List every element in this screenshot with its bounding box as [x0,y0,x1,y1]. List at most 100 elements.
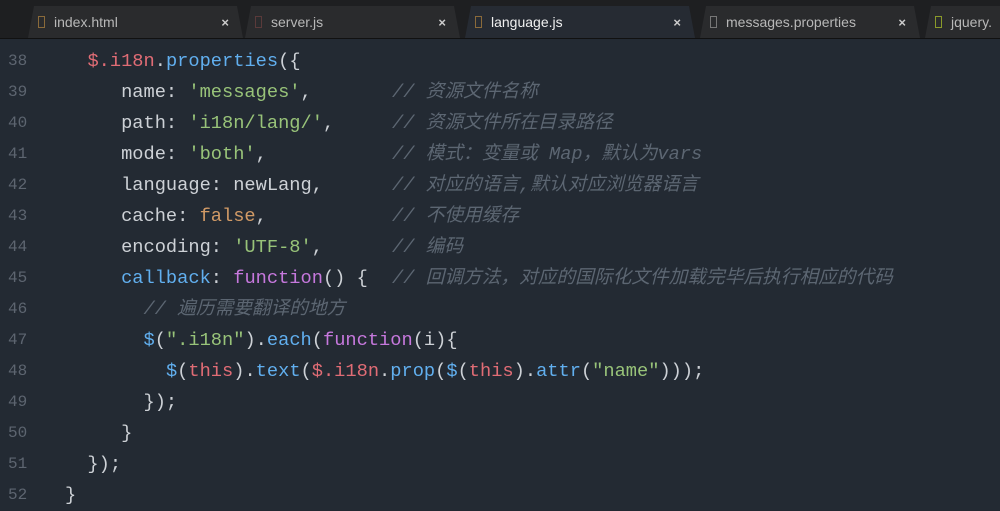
token-plain: cache: [65,205,200,227]
close-icon[interactable]: × [221,15,229,30]
token-bool: false [199,205,256,227]
code-comment: // 对应的语言,默认对应浏览器语言 [392,174,699,196]
code-line: 40 path: 'i18n/lang/', // 资源文件所在目录路径 [0,108,1000,139]
code-line: 44 encoding: 'UTF-8', // 编码 [0,232,1000,263]
code-text: cache: false, [65,201,267,232]
tab-index-html[interactable]: index.html × [28,6,243,38]
line-number: 52 [8,486,28,504]
line-number: 41 [8,145,28,163]
token-plain: }); [65,453,122,475]
token-plain: language: newLang, [65,174,323,196]
tab-label: jquery. [951,14,992,30]
code-text: $(this).text($.i18n.prop($(this).attr("n… [65,356,704,387]
code-text: } [65,418,132,449]
code-text: // 遍历需要翻译的地方 [65,294,346,325]
close-icon[interactable]: × [673,15,681,30]
token-plain: } [65,422,133,444]
tab-language-js[interactable]: language.js × [465,6,695,38]
token-plain: ( [311,329,323,351]
close-icon[interactable]: × [438,15,446,30]
code-line: 38 $.i18n.properties({ [0,46,1000,77]
code-line: 46 // 遍历需要翻译的地方 [0,294,1000,325]
token-plain: , [300,81,312,103]
token-plain: (i){ [412,329,458,351]
token-dollar: $.i18n [87,50,155,72]
token-cmt: // 遍历需要翻译的地方 [143,298,346,320]
code-line: 51 }); [0,449,1000,480]
line-number: 50 [8,424,28,442]
tab-label: server.js [271,14,324,30]
token-plain: ). [233,360,256,382]
token-this: this [188,360,234,382]
file-icon [935,16,942,28]
line-number: 44 [8,238,28,256]
token-plain: , [322,112,335,134]
token-plain: }); [65,391,178,413]
token-fn: $ [143,329,155,351]
code-text: }); [65,387,178,418]
token-fn: properties [165,50,279,72]
code-line: 49 }); [0,387,1000,418]
token-plain: . [154,50,166,72]
tab-server-js[interactable]: server.js × [245,6,460,38]
line-number: 46 [8,300,28,318]
code-comment: // 资源文件名称 [392,81,538,103]
token-plain: : [210,267,234,289]
code-comment: // 不使用缓存 [392,205,520,227]
token-plain: path: [65,112,189,134]
token-plain: ( [580,360,593,382]
token-plain: ( [154,329,166,351]
token-dollar: $.i18n [311,360,380,382]
token-str: 'i18n/lang/' [188,112,323,134]
token-fn: $ [446,360,458,382]
line-number: 49 [8,393,28,411]
code-line: 47 $(".i18n").each(function(i){ [0,325,1000,356]
code-line: 45 callback: function() {// 回调方法，对应的国际化文… [0,263,1000,294]
token-plain: ). [513,360,537,382]
code-text: encoding: 'UTF-8', [65,232,323,263]
token-plain: () { [322,267,368,289]
token-plain: , [255,205,267,227]
code-line: 39 name: 'messages', // 资源文件名称 [0,77,1000,108]
tab-label: messages.properties [726,14,856,30]
file-icon [475,16,482,28]
tab-messages-properties[interactable]: messages.properties × [700,6,920,38]
code-text: language: newLang, [65,170,323,201]
tab-bar: index.html × server.js × language.js × message… [0,0,1000,39]
token-prop: callback [121,267,211,289]
file-icon [38,16,45,28]
code-text: } [65,480,76,511]
line-number: 45 [8,269,28,287]
line-number: 42 [8,176,28,194]
line-number: 47 [8,331,28,349]
token-plain: mode: [65,143,189,165]
token-str: 'both' [188,143,256,165]
token-fn: $ [165,360,178,382]
code-line: 50 } [0,418,1000,449]
code-comment: // 资源文件所在目录路径 [392,112,613,134]
code-comment: // 模式：变量或 Map，默认为vars [392,143,703,165]
tab-label: language.js [491,14,563,30]
token-plain: , [255,143,267,165]
line-number: 43 [8,207,28,225]
file-icon [255,16,262,28]
code-comment: // 回调方法，对应的国际化文件加载完毕后执行相应的代码 [392,267,893,289]
token-plain: } [65,484,77,506]
code-text: name: 'messages', [65,77,312,108]
code-editor[interactable]: 38 $.i18n.properties({39 name: 'messages… [0,39,1000,510]
line-number: 48 [8,362,28,380]
close-icon[interactable]: × [898,15,906,30]
tab-jquery[interactable]: jquery. [925,6,1000,38]
tab-label: index.html [54,14,118,30]
code-comment: // 编码 [392,236,464,258]
token-plain: ( [435,360,447,382]
code-text: $.i18n.properties({ [65,46,300,77]
code-line: 48 $(this).text($.i18n.prop($(this).attr… [0,356,1000,387]
code-line: 43 cache: false, // 不使用缓存 [0,201,1000,232]
token-plain: . [379,360,391,382]
line-number: 51 [8,455,28,473]
